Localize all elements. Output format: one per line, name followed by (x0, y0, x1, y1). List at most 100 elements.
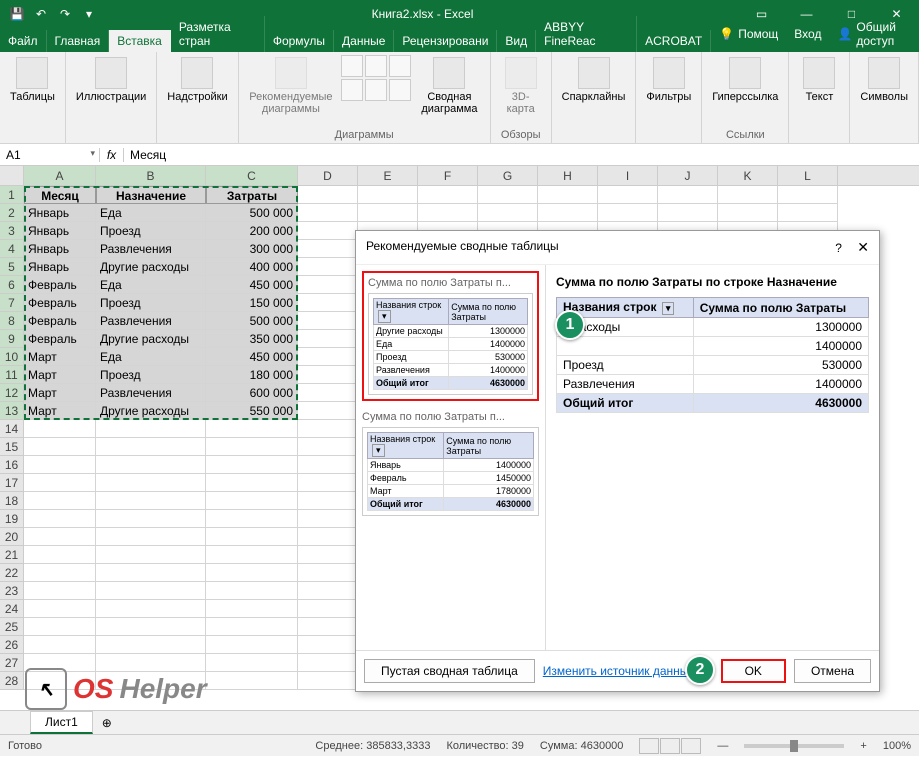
recommended-charts-button[interactable]: Рекомендуемые диаграммы (245, 55, 338, 117)
cell[interactable] (206, 492, 298, 510)
cell[interactable] (298, 564, 358, 582)
cell[interactable] (298, 456, 358, 474)
cell[interactable] (298, 240, 358, 258)
zoom-slider[interactable] (744, 744, 844, 748)
tab-data[interactable]: Данные (334, 30, 394, 52)
chart-type-button[interactable] (389, 55, 411, 77)
tab-formulas[interactable]: Формулы (265, 30, 334, 52)
row-header[interactable]: 27 (0, 654, 24, 672)
column-header[interactable]: I (598, 166, 658, 185)
cell[interactable]: Март (24, 384, 96, 402)
text-button[interactable]: Текст (795, 55, 843, 105)
cell[interactable] (24, 456, 96, 474)
cell[interactable] (24, 492, 96, 510)
hyperlink-button[interactable]: Гиперссылка (708, 55, 782, 105)
tab-insert[interactable]: Вставка (109, 30, 171, 52)
row-header[interactable]: 20 (0, 528, 24, 546)
cell[interactable] (206, 456, 298, 474)
view-normal-button[interactable] (639, 738, 659, 754)
illustrations-button[interactable]: Иллюстрации (72, 55, 150, 105)
qat-customize[interactable]: ▾ (78, 3, 100, 25)
row-header[interactable]: 26 (0, 636, 24, 654)
row-header[interactable]: 21 (0, 546, 24, 564)
cell[interactable] (718, 186, 778, 204)
cell[interactable] (298, 294, 358, 312)
cell[interactable] (96, 546, 206, 564)
row-header[interactable]: 4 (0, 240, 24, 258)
column-header[interactable]: L (778, 166, 838, 185)
row-header[interactable]: 9 (0, 330, 24, 348)
cell[interactable]: Проезд (96, 294, 206, 312)
cell[interactable] (358, 186, 418, 204)
cell[interactable] (778, 186, 838, 204)
column-header[interactable]: D (298, 166, 358, 185)
cell[interactable]: Еда (96, 204, 206, 222)
cell[interactable]: Проезд (96, 222, 206, 240)
cell[interactable] (298, 276, 358, 294)
cell[interactable] (478, 186, 538, 204)
row-header[interactable]: 11 (0, 366, 24, 384)
cell[interactable] (298, 330, 358, 348)
cell[interactable] (778, 204, 838, 222)
change-source-link[interactable]: Изменить источник данны (543, 664, 689, 678)
cell[interactable]: Развлечения (96, 312, 206, 330)
blank-pivot-button[interactable]: Пустая сводная таблица (364, 659, 535, 683)
cell[interactable] (298, 510, 358, 528)
cell[interactable] (298, 258, 358, 276)
cell[interactable]: 500 000 (206, 204, 298, 222)
dialog-close-button[interactable]: ✕ (857, 239, 869, 255)
row-header[interactable]: 5 (0, 258, 24, 276)
row-header[interactable]: 13 (0, 402, 24, 420)
cell[interactable] (538, 186, 598, 204)
cell[interactable]: 300 000 (206, 240, 298, 258)
chart-type-button[interactable] (341, 55, 363, 77)
dialog-help-button[interactable]: ? (835, 241, 842, 255)
pivot-chart-button[interactable]: Сводная диаграмма (415, 55, 484, 117)
cell[interactable] (298, 528, 358, 546)
cell[interactable] (206, 618, 298, 636)
cell[interactable] (298, 204, 358, 222)
cell[interactable] (418, 204, 478, 222)
row-header[interactable]: 7 (0, 294, 24, 312)
cancel-button[interactable]: Отмена (794, 659, 871, 683)
cell[interactable] (24, 582, 96, 600)
zoom-out-button[interactable]: ― (717, 740, 728, 752)
name-box[interactable]: A1 (0, 148, 100, 162)
share-button[interactable]: 👤 Общий доступ (829, 16, 919, 52)
cell[interactable] (206, 528, 298, 546)
cell[interactable]: Март (24, 402, 96, 420)
cell[interactable]: Проезд (96, 366, 206, 384)
row-header[interactable]: 3 (0, 222, 24, 240)
column-header[interactable]: H (538, 166, 598, 185)
cell[interactable] (206, 636, 298, 654)
cell[interactable] (298, 492, 358, 510)
cell[interactable] (538, 204, 598, 222)
chart-type-button[interactable] (389, 79, 411, 101)
cell[interactable] (298, 186, 358, 204)
row-header[interactable]: 23 (0, 582, 24, 600)
cell[interactable] (24, 420, 96, 438)
cell[interactable] (658, 186, 718, 204)
cell[interactable] (206, 510, 298, 528)
cell[interactable] (24, 546, 96, 564)
cell[interactable] (298, 474, 358, 492)
row-header[interactable]: 24 (0, 600, 24, 618)
preview-item-2[interactable]: Сумма по полю Затраты п... Названия стро… (362, 411, 539, 516)
column-header[interactable]: J (658, 166, 718, 185)
view-layout-button[interactable] (660, 738, 680, 754)
cell[interactable] (298, 222, 358, 240)
column-header[interactable]: A (24, 166, 96, 185)
cell[interactable] (298, 366, 358, 384)
row-header[interactable]: 10 (0, 348, 24, 366)
zoom-in-button[interactable]: + (860, 740, 866, 752)
addins-button[interactable]: Надстройки (163, 55, 231, 105)
cell[interactable] (298, 420, 358, 438)
cell[interactable]: Еда (96, 348, 206, 366)
cell[interactable]: 450 000 (206, 348, 298, 366)
cell[interactable]: Развлечения (96, 240, 206, 258)
column-header[interactable]: E (358, 166, 418, 185)
row-header[interactable]: 28 (0, 672, 24, 690)
cell[interactable]: Еда (96, 276, 206, 294)
cell[interactable]: Январь (24, 240, 96, 258)
cell[interactable] (96, 528, 206, 546)
